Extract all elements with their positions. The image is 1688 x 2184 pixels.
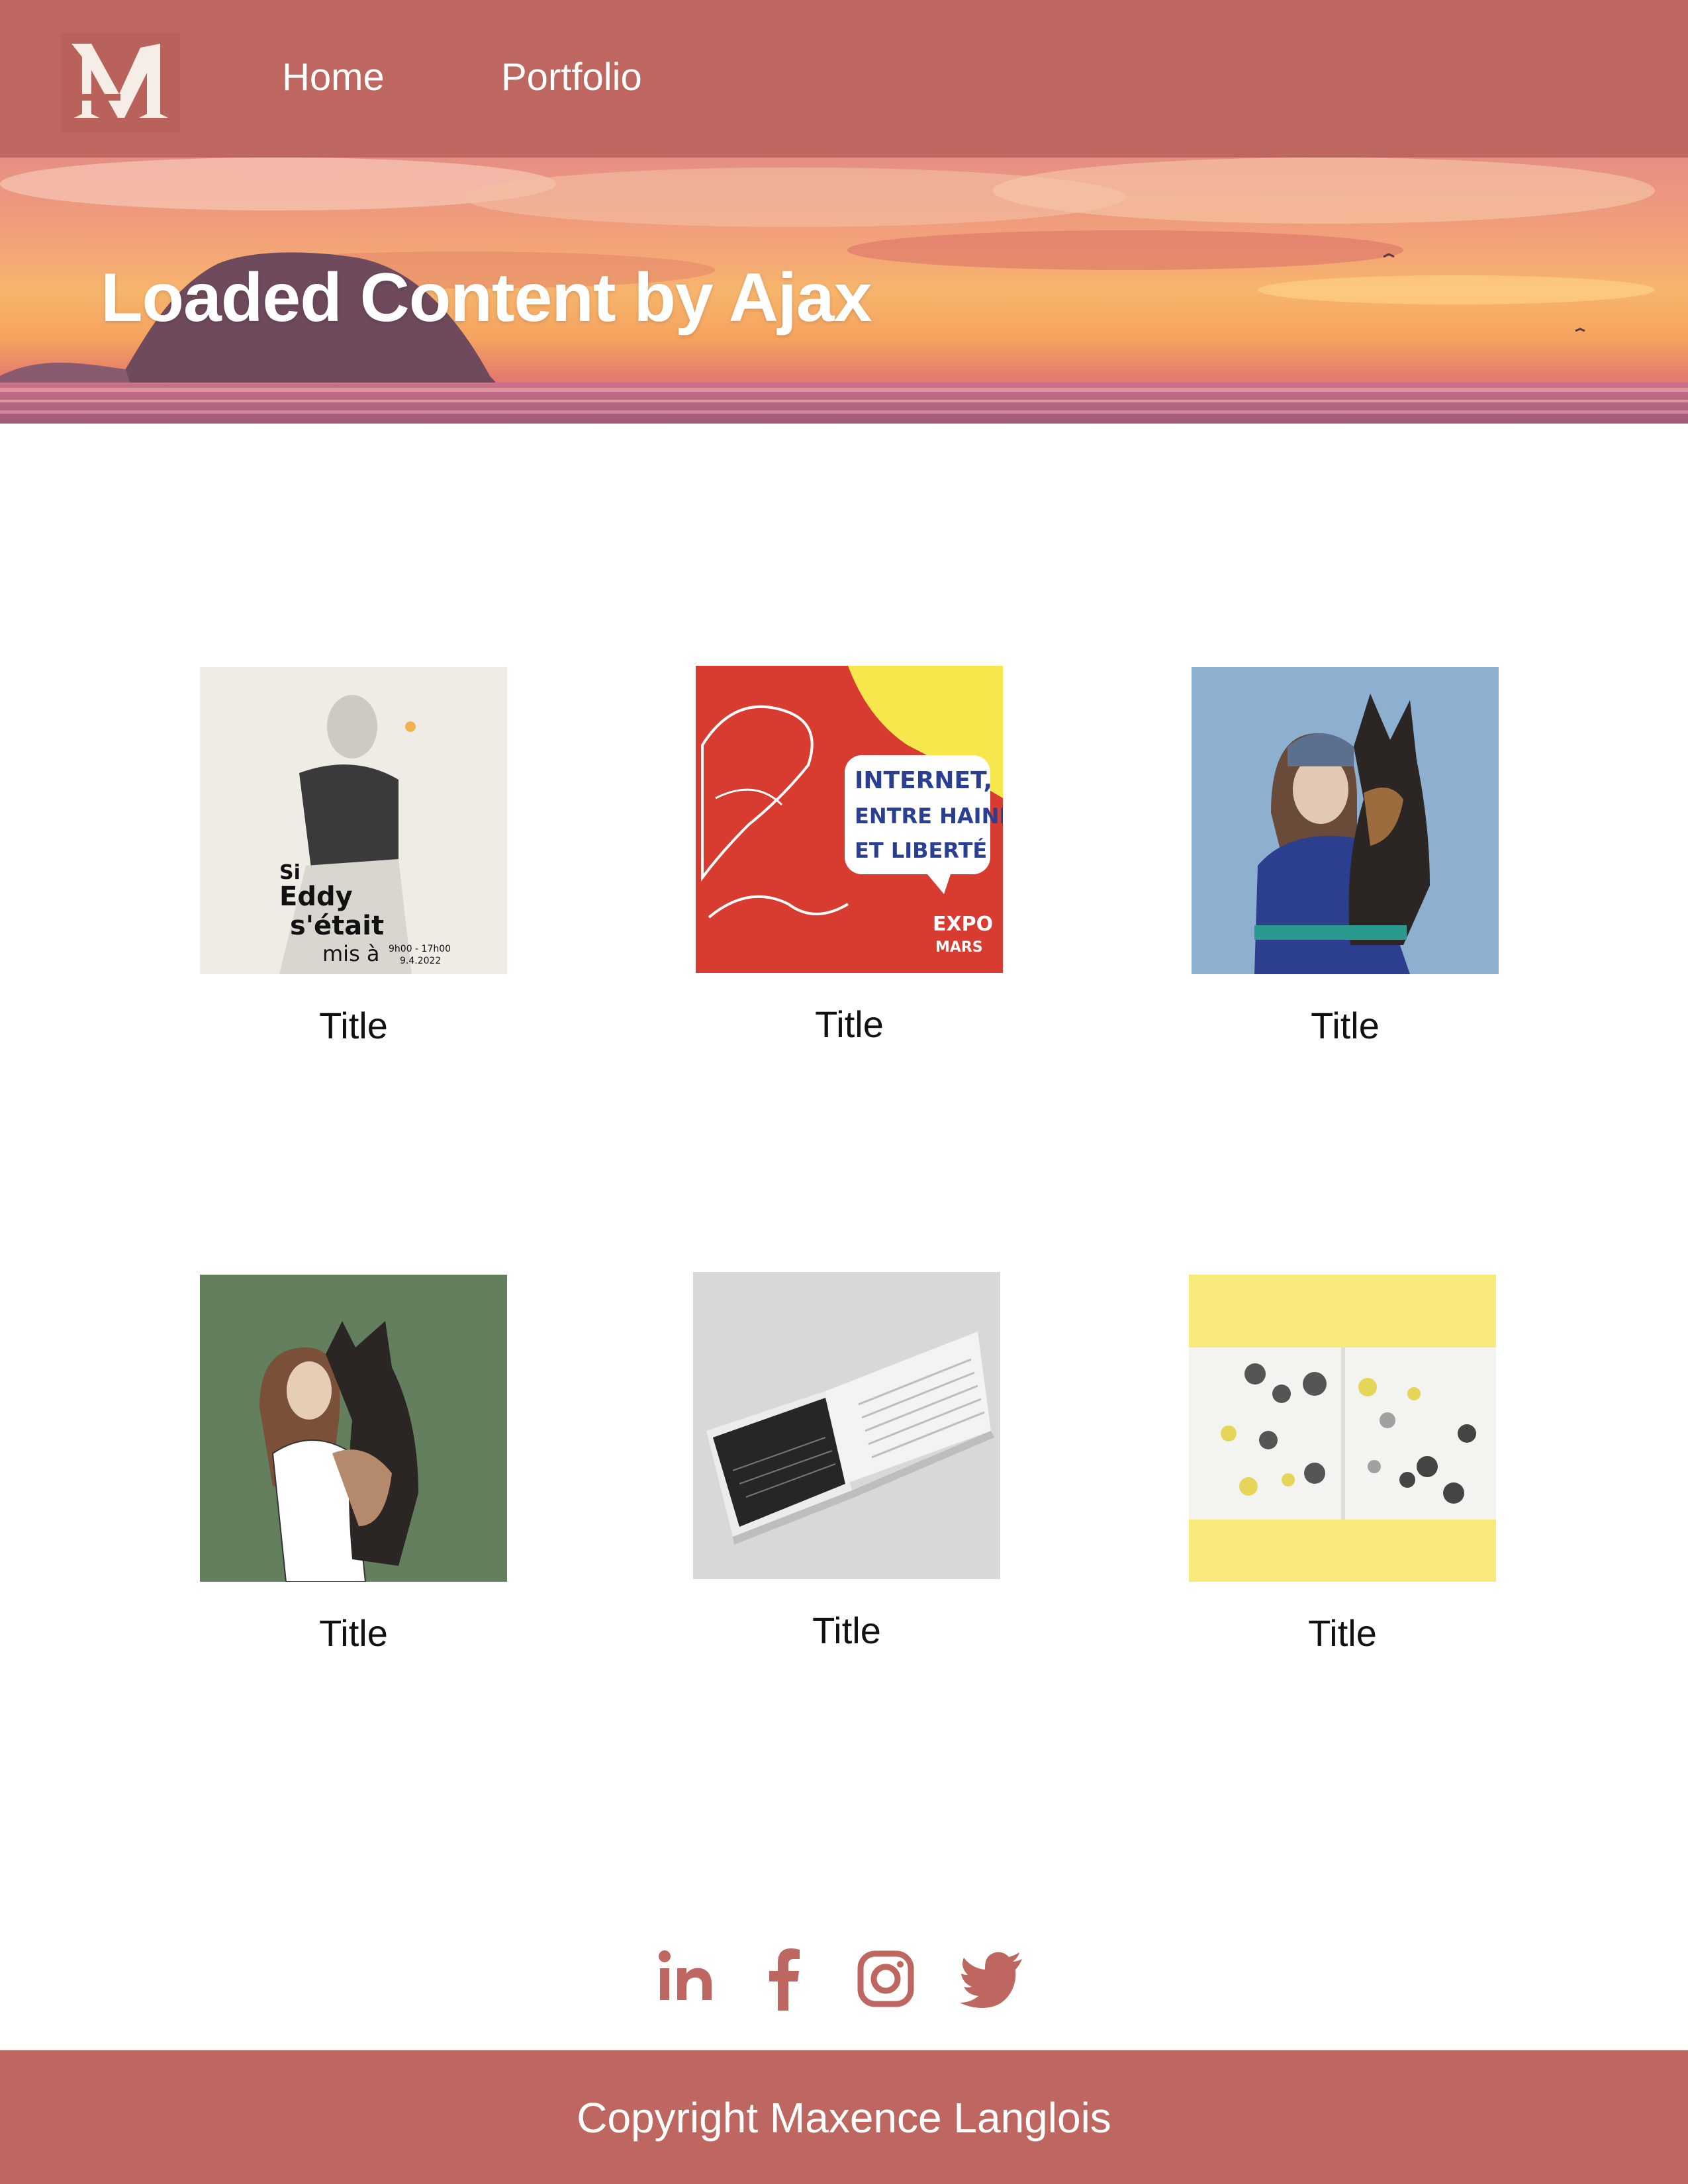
portfolio-thumbnail[interactable]: Si Eddy s'était mis à 9h00 - 17h00 9.4.2…	[200, 667, 507, 974]
site-footer: Copyright Maxence Langlois	[0, 2050, 1688, 2184]
portfolio-card[interactable]: Si Eddy s'était mis à 9h00 - 17h00 9.4.2…	[200, 667, 507, 1044]
twitter-icon	[960, 1952, 1022, 2008]
poster-text-et-liberte: ET LIBERTÉ	[855, 838, 987, 863]
portfolio-thumbnail[interactable]	[693, 1272, 1000, 1579]
woman-with-dog-illustration-blue	[1192, 667, 1499, 974]
linkedin-icon	[659, 1950, 712, 2000]
portfolio-card[interactable]: Title	[1192, 667, 1499, 1044]
portfolio-thumbnail[interactable]	[1189, 1275, 1496, 1582]
book-dots-mockup-image	[1189, 1275, 1496, 1582]
portfolio-card-title: Title	[319, 1612, 388, 1654]
twitter-link[interactable]	[953, 1939, 1033, 2019]
portfolio-thumbnail[interactable]	[1192, 667, 1499, 974]
portfolio-thumbnail[interactable]: INTERNET, ENTRE HAINE ET LIBERTÉ EXPO MA…	[696, 666, 1003, 973]
poster-text-internet: INTERNET,	[855, 767, 992, 794]
site-header: Home Portfolio	[0, 0, 1688, 158]
portfolio-card-title: Title	[1308, 1612, 1377, 1654]
linkedin-link[interactable]	[645, 1939, 725, 2019]
poster-text-expo: EXPO	[933, 913, 993, 936]
woman-with-dog-illustration-green	[200, 1275, 507, 1582]
nav-home-link[interactable]: Home	[282, 58, 385, 97]
logo-link[interactable]	[61, 33, 180, 132]
portfolio-card[interactable]: Title	[1189, 1275, 1496, 1652]
poster-text-eddy: Eddy	[279, 882, 353, 912]
portfolio-card-title: Title	[319, 1005, 388, 1046]
poster-text-mars: MARS	[935, 939, 983, 956]
nav-portfolio-link[interactable]: Portfolio	[501, 58, 642, 97]
collage-poster-image: Si Eddy s'était mis à 9h00 - 17h00 9.4.2…	[200, 667, 507, 974]
poster-text-mis-a: mis à	[322, 941, 380, 966]
portfolio-card-title: Title	[1311, 1005, 1380, 1046]
poster-text-setait: s'était	[290, 911, 384, 941]
poster-text-hours: 9h00 - 17h00	[389, 944, 451, 954]
instagram-link[interactable]	[846, 1939, 925, 2019]
hero-banner: Loaded Content by Ajax	[0, 158, 1688, 424]
poster-text-entre-haine: ENTRE HAINE	[855, 803, 1003, 829]
portfolio-card-title: Title	[812, 1610, 881, 1651]
portfolio-card-title: Title	[815, 1003, 884, 1045]
poster-text-si: Si	[279, 861, 301, 884]
instagram-icon	[857, 1950, 914, 2007]
page: Home Portfolio Loaded Content by Ajax Si…	[0, 0, 1688, 2184]
logo-icon	[61, 33, 180, 132]
copyright-text: Copyright Maxence Langlois	[577, 2094, 1111, 2142]
wave-poster-image: INTERNET, ENTRE HAINE ET LIBERTÉ EXPO MA…	[696, 666, 1003, 973]
open-book-mockup-image	[693, 1272, 1000, 1579]
hero-title: Loaded Content by Ajax	[101, 259, 872, 336]
portfolio-thumbnail[interactable]	[200, 1275, 507, 1582]
portfolio-card[interactable]: Title	[693, 1272, 1000, 1649]
portfolio-card[interactable]: INTERNET, ENTRE HAINE ET LIBERTÉ EXPO MA…	[696, 666, 1003, 1043]
facebook-link[interactable]	[745, 1939, 824, 2019]
portfolio-card[interactable]: Title	[200, 1275, 507, 1652]
poster-text-date: 9.4.2022	[400, 956, 441, 966]
facebook-icon	[769, 1948, 800, 2011]
